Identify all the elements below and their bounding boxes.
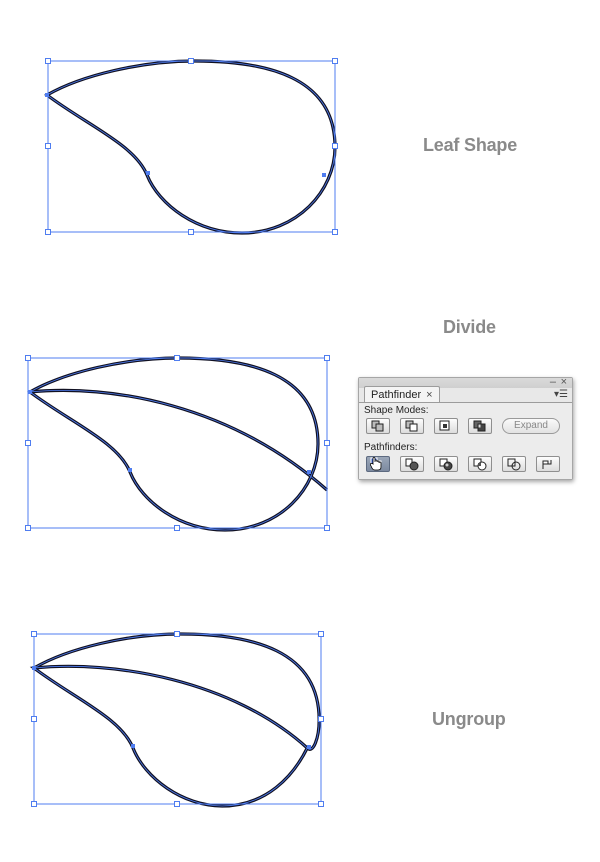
tab-pathfinder-label: Pathfinder bbox=[371, 389, 422, 401]
trim-icon bbox=[405, 458, 419, 471]
outline-icon bbox=[507, 458, 521, 471]
minimize-panel-icon[interactable]: ‒ bbox=[550, 376, 556, 388]
tab-pathfinder[interactable]: Pathfinder × bbox=[364, 386, 440, 403]
leaf-shape-artwork[interactable] bbox=[45, 59, 337, 235]
close-panel-icon[interactable]: × bbox=[561, 376, 567, 388]
tab-close-icon[interactable]: × bbox=[426, 389, 432, 401]
expand-button[interactable]: Expand bbox=[502, 418, 560, 434]
merge-button[interactable] bbox=[434, 456, 458, 472]
divide-button[interactable] bbox=[366, 456, 390, 472]
hand-cursor-icon bbox=[370, 457, 382, 471]
unite-button[interactable] bbox=[366, 418, 390, 434]
trim-button[interactable] bbox=[400, 456, 424, 472]
minus-back-icon bbox=[542, 460, 552, 469]
intersect-icon bbox=[439, 420, 450, 431]
shape-modes-label: Shape Modes: bbox=[364, 405, 429, 416]
exclude-icon bbox=[473, 420, 486, 432]
crop-button[interactable] bbox=[468, 456, 492, 472]
divided-leaf-bounding-box[interactable] bbox=[25, 355, 330, 531]
minus-front-button[interactable] bbox=[400, 418, 424, 434]
ungrouped-leaf-bounding-box[interactable] bbox=[31, 631, 324, 807]
unite-icon bbox=[371, 420, 384, 432]
outline-button[interactable] bbox=[502, 456, 526, 472]
minus-back-button[interactable] bbox=[536, 456, 560, 472]
crop-icon bbox=[473, 458, 487, 471]
intersect-button[interactable] bbox=[434, 418, 458, 434]
merge-icon bbox=[439, 458, 453, 471]
pathfinders-label: Pathfinders: bbox=[364, 442, 418, 453]
divided-leaf-artwork[interactable] bbox=[28, 356, 329, 532]
pathfinder-panel: ‒ × Pathfinder × ▾☰ Shape Modes: Expand P… bbox=[358, 376, 573, 480]
minus-front-icon bbox=[405, 420, 418, 432]
panel-menu-icon[interactable]: ▾☰ bbox=[554, 390, 568, 400]
exclude-button[interactable] bbox=[468, 418, 492, 434]
leaf-shape-bounding-box[interactable] bbox=[45, 58, 338, 235]
ungrouped-leaf-artwork[interactable] bbox=[29, 632, 321, 808]
